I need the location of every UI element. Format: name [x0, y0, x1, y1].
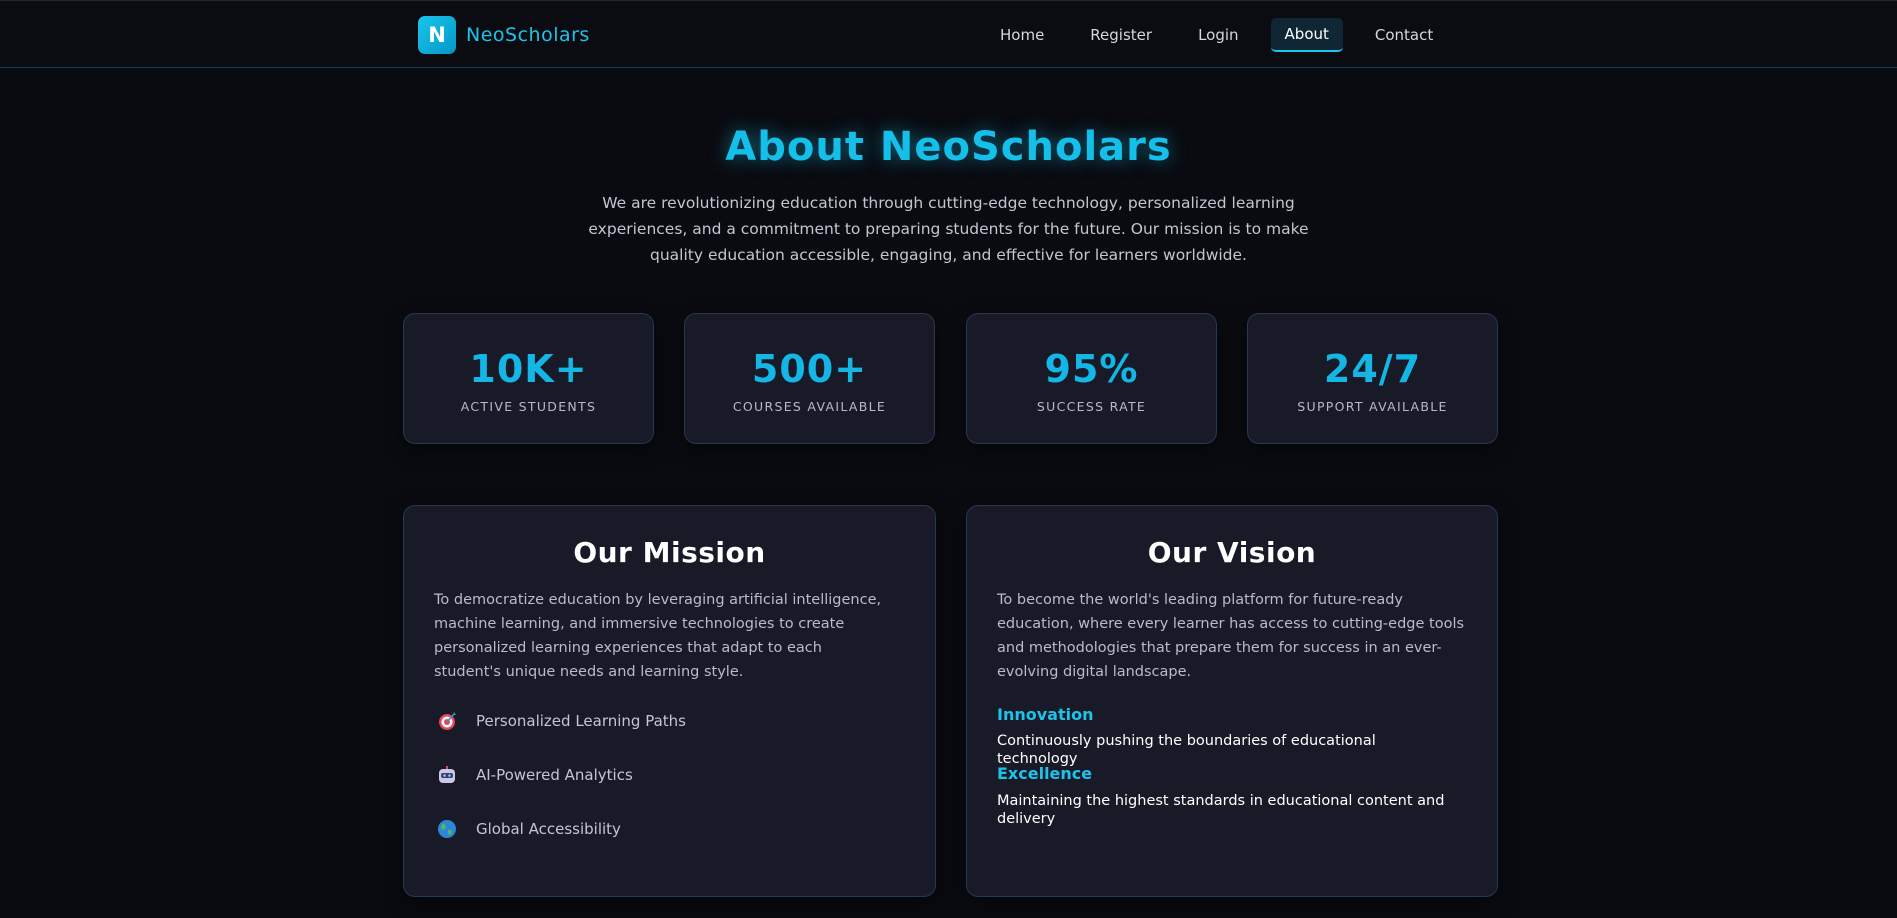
feature-item: AI-Powered Analytics — [436, 764, 633, 786]
stat-value: 500+ — [751, 347, 868, 391]
vision-value-description: Maintaining the highest standards in edu… — [997, 793, 1445, 827]
vision-value-heading: Excellence — [997, 764, 1093, 783]
feature-item: Global Accessibility — [436, 818, 621, 840]
stat-label: COURSES AVAILABLE — [732, 399, 887, 414]
brand-logo-icon: N — [418, 16, 456, 54]
hero-description: We are revolutionizing education through… — [588, 194, 1309, 264]
stat-value: 10K+ — [469, 347, 588, 391]
mission-title: Our Mission — [573, 536, 766, 569]
mission-card: Our Mission To democratize education by … — [403, 505, 936, 897]
brand-name: NeoScholars — [466, 24, 590, 46]
robot-icon — [439, 766, 455, 783]
nav-links: Home Register Login About Contact — [986, 18, 1465, 52]
vision-card: Our Vision To become the world's leading… — [966, 505, 1498, 897]
vision-value-description: Continuously pushing the boundaries of e… — [997, 733, 1376, 767]
stat-label: ACTIVE STUDENTS — [460, 399, 597, 414]
stat-label: SUCCESS RATE — [1036, 399, 1147, 414]
feature-item: Personalized Learning Paths — [436, 710, 686, 732]
stat-card-success: 95% SUCCESS RATE — [966, 313, 1217, 444]
stat-value: 24/7 — [1323, 347, 1422, 391]
feature-label: Global Accessibility — [476, 820, 621, 838]
stat-value: 95% — [1044, 347, 1139, 391]
vision-text: To become the world's leading platform f… — [997, 592, 1465, 680]
nav-link-about[interactable]: About — [1270, 18, 1343, 52]
feature-label: Personalized Learning Paths — [476, 712, 686, 730]
stat-label: SUPPORT AVAILABLE — [1297, 399, 1448, 414]
vision-value-heading: Innovation — [997, 705, 1094, 724]
stat-card-support: 24/7 SUPPORT AVAILABLE — [1247, 313, 1498, 444]
nav-link-home[interactable]: Home — [986, 18, 1058, 52]
vision-title: Our Vision — [1147, 536, 1317, 569]
stat-card-courses: 500+ COURSES AVAILABLE — [684, 313, 935, 444]
top-navbar: N NeoScholars Home Register Login About … — [0, 0, 1897, 68]
page-title: About NeoScholars — [725, 124, 1172, 170]
nav-link-login[interactable]: Login — [1184, 18, 1252, 52]
target-icon — [439, 712, 456, 730]
feature-label: AI-Powered Analytics — [476, 766, 633, 784]
mission-text: To democratize education by leveraging a… — [434, 592, 882, 680]
globe-icon — [438, 820, 456, 838]
nav-link-register[interactable]: Register — [1076, 18, 1166, 52]
brand[interactable]: N NeoScholars — [418, 16, 590, 54]
nav-link-contact[interactable]: Contact — [1361, 18, 1447, 52]
stat-card-students: 10K+ ACTIVE STUDENTS — [403, 313, 654, 444]
